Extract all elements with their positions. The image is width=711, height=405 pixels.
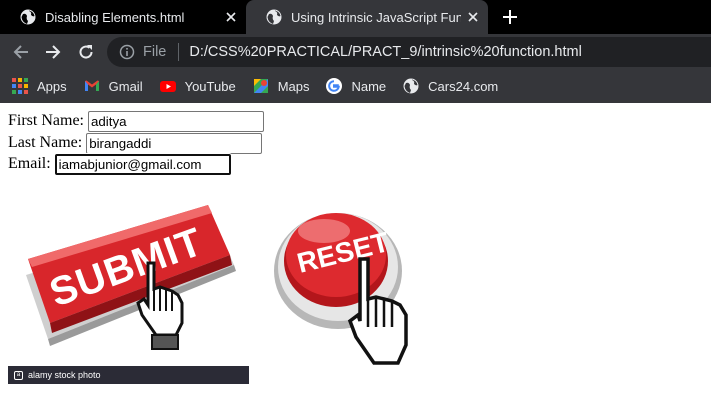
email-label: Email: <box>8 155 51 172</box>
bookmark-label: Gmail <box>108 78 143 94</box>
last-name-label: Last Name: <box>8 134 83 151</box>
bookmark-label: Name <box>351 78 387 94</box>
apps-grid-icon <box>12 78 28 94</box>
plus-icon <box>503 10 517 24</box>
stock-photo-bar: a alamy stock photo <box>8 366 249 384</box>
bookmark-name[interactable]: Name <box>326 78 386 94</box>
bookmark-maps[interactable]: Maps <box>253 78 310 94</box>
back-button[interactable] <box>8 39 34 65</box>
reset-image-button[interactable]: RESET <box>266 189 496 389</box>
bookmark-youtube[interactable]: YouTube <box>159 78 236 94</box>
maps-icon <box>253 79 268 93</box>
bookmark-label: YouTube <box>184 78 236 94</box>
email-row: Email: <box>8 153 231 175</box>
google-icon <box>326 78 343 94</box>
scheme-label: File <box>143 44 167 60</box>
alamy-logo-icon: a <box>14 370 23 380</box>
tab-strip: Disabling Elements.html Using Intrinsic … <box>0 0 711 34</box>
bookmark-label: Maps <box>277 78 310 94</box>
close-tab-icon[interactable] <box>461 5 485 29</box>
bookmark-label: Cars24.com <box>428 78 499 94</box>
globe-icon <box>266 9 282 25</box>
youtube-icon <box>159 81 176 92</box>
submit-image-button[interactable]: SUBMIT <box>8 189 249 386</box>
address-bar[interactable]: File D:/CSS%20PRACTICAL/PRACT_9/intrinsi… <box>107 37 711 67</box>
reload-icon <box>79 45 93 59</box>
tab-title: Disabling Elements.html <box>45 9 185 25</box>
first-name-input[interactable] <box>88 110 264 132</box>
globe-icon <box>20 9 36 25</box>
url-text: D:/CSS%20PRACTICAL/PRACT_9/intrinsic%20f… <box>189 44 582 60</box>
last-name-row: Last Name: <box>8 132 263 154</box>
new-tab-button[interactable] <box>498 5 522 29</box>
globe-icon <box>403 78 419 94</box>
browser-toolbar: File D:/CSS%20PRACTICAL/PRACT_9/intrinsi… <box>0 34 711 69</box>
last-name-input[interactable] <box>86 132 263 154</box>
first-name-label: First Name: <box>8 112 84 129</box>
page-content: First Name: Last Name: Email: SUBMIT a a… <box>0 103 711 405</box>
omnibox-divider <box>178 43 180 61</box>
info-icon[interactable] <box>119 44 135 60</box>
close-tab-icon[interactable] <box>219 5 243 29</box>
bookmark-label: Apps <box>37 78 67 94</box>
stock-watermark-text: alamy stock photo <box>28 370 101 380</box>
bookmark-gmail[interactable]: Gmail <box>84 78 143 94</box>
first-name-row: First Name: <box>8 110 264 132</box>
bookmark-cars24[interactable]: Cars24.com <box>403 78 498 94</box>
bookmark-apps[interactable]: Apps <box>12 78 67 94</box>
tab-disabling-elements[interactable]: Disabling Elements.html <box>0 0 246 34</box>
gmail-icon <box>84 80 99 91</box>
tab-title: Using Intrinsic JavaScript Function <box>291 9 461 25</box>
arrow-right-icon <box>46 45 61 59</box>
tab-intrinsic-function[interactable]: Using Intrinsic JavaScript Function <box>246 0 488 34</box>
bookmarks-bar: Apps Gmail YouTube Maps Name Cars24.com <box>0 69 711 103</box>
email-input[interactable] <box>54 153 231 175</box>
forward-button[interactable] <box>40 39 66 65</box>
reload-button[interactable] <box>73 39 99 65</box>
arrow-left-icon <box>13 45 28 59</box>
